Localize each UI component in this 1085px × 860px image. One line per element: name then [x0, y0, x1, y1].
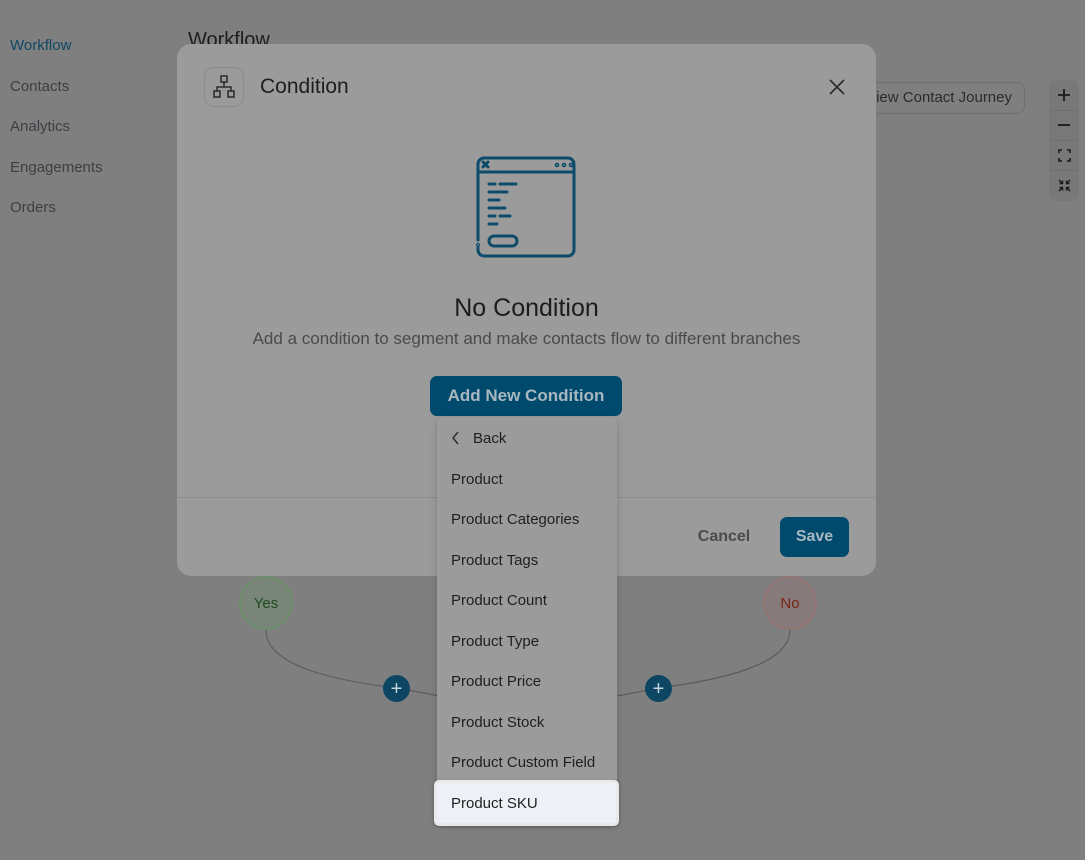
no-branch-node[interactable]: No — [763, 576, 817, 630]
dropdown-item-product-sku[interactable]: Product SKU — [434, 780, 619, 826]
condition-type-dropdown: Back Product Product Categories Product … — [434, 417, 619, 826]
sidebar-item-contacts[interactable]: Contacts — [10, 78, 69, 95]
dropdown-item-product-price[interactable]: Product Price — [437, 661, 617, 701]
collapse-button[interactable] — [1049, 170, 1079, 200]
sidebar-item-workflow[interactable]: Workflow — [10, 37, 71, 54]
chevron-left-icon — [451, 431, 461, 445]
fit-view-icon — [1057, 148, 1071, 162]
collapse-icon — [1058, 179, 1070, 191]
sidebar: Workflow Contacts Analytics Engagements … — [0, 0, 170, 860]
sidebar-item-analytics[interactable]: Analytics — [10, 118, 70, 135]
save-button[interactable]: Save — [780, 517, 849, 557]
zoom-out-button[interactable] — [1049, 110, 1079, 140]
add-step-no-button[interactable]: + — [645, 675, 672, 702]
add-new-condition-button[interactable]: Add New Condition — [430, 376, 622, 416]
dropdown-item-product[interactable]: Product — [437, 459, 617, 499]
empty-state-title: No Condition — [454, 294, 599, 322]
dropdown-item-product-type[interactable]: Product Type — [437, 621, 617, 661]
sidebar-item-engagements[interactable]: Engagements — [10, 159, 103, 176]
modal-title: Condition — [260, 75, 349, 98]
close-button[interactable] — [825, 75, 849, 99]
sidebar-item-orders[interactable]: Orders — [10, 199, 56, 216]
dropdown-back-label: Back — [473, 429, 507, 447]
minus-icon — [1058, 124, 1070, 126]
fit-view-button[interactable] — [1049, 140, 1079, 170]
modal-icon-box — [204, 67, 244, 107]
yes-branch-line — [265, 629, 441, 697]
no-branch-line — [616, 629, 791, 697]
zoom-in-button[interactable] — [1049, 80, 1079, 110]
dropdown-back-item[interactable]: Back — [437, 418, 617, 458]
dropdown-item-product-custom-field[interactable]: Product Custom Field — [437, 742, 617, 782]
view-contact-journey-button[interactable]: View Contact Journey — [850, 82, 1025, 114]
dropdown-item-product-stock[interactable]: Product Stock — [437, 702, 617, 742]
close-icon — [829, 79, 845, 95]
yes-branch-node[interactable]: Yes — [239, 576, 293, 630]
empty-state-window-icon — [475, 156, 576, 258]
plus-icon — [1058, 89, 1070, 101]
sitemap-icon — [213, 75, 235, 98]
dropdown-item-product-tags[interactable]: Product Tags — [437, 540, 617, 580]
zoom-controls — [1049, 80, 1079, 201]
dropdown-item-product-count[interactable]: Product Count — [437, 580, 617, 620]
dropdown-item-product-categories[interactable]: Product Categories — [437, 499, 617, 539]
cancel-button[interactable]: Cancel — [687, 517, 761, 557]
empty-state-subtitle: Add a condition to segment and make cont… — [252, 329, 801, 348]
add-step-yes-button[interactable]: + — [383, 675, 410, 702]
